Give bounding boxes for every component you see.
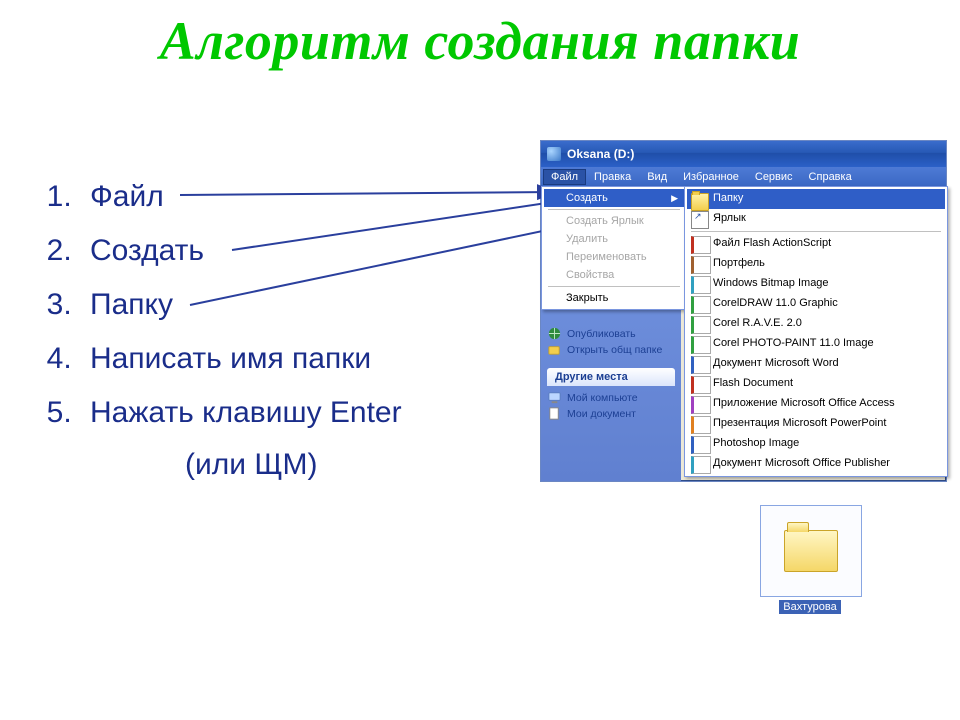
submenu-arrow-icon: ▶ — [671, 193, 678, 204]
place-my-documents-label: Мои документ — [567, 408, 636, 420]
submenu-item-label: Photoshop Image — [713, 437, 799, 449]
submenu-item-label: Приложение Microsoft Office Access — [713, 397, 895, 409]
submenu-photopaint[interactable]: Corel PHOTO-PAINT 11.0 Image — [687, 334, 945, 354]
photopaint-icon — [691, 336, 711, 354]
submenu-item-label: Corel R.A.V.E. 2.0 — [713, 317, 802, 329]
step-3: Папку — [80, 278, 402, 332]
task-share[interactable]: Открыть общ папке — [547, 342, 675, 358]
other-places-header[interactable]: Другие места — [547, 368, 675, 386]
computer-icon — [547, 390, 562, 405]
menu-delete: Удалить — [544, 230, 684, 248]
submenu-item-label: Документ Microsoft Word — [713, 357, 839, 369]
access-icon — [691, 396, 711, 414]
submenu-word[interactable]: Документ Microsoft Word — [687, 354, 945, 374]
task-publish[interactable]: Опубликовать — [547, 326, 675, 342]
menu-create-label: Создать — [566, 192, 608, 204]
submenu-bitmap[interactable]: Windows Bitmap Image — [687, 274, 945, 294]
rave-icon — [691, 316, 711, 334]
photoshop-icon — [691, 436, 711, 454]
submenu-item-label: Corel PHOTO-PAINT 11.0 Image — [713, 337, 874, 349]
menu-create-shortcut: Создать Ярлык — [544, 212, 684, 230]
submenu-item-label: Flash Document — [713, 377, 793, 389]
submenu-rave[interactable]: Corel R.A.V.E. 2.0 — [687, 314, 945, 334]
place-my-computer[interactable]: Мой компьюте — [547, 390, 675, 406]
window-titlebar[interactable]: Oksana (D:) — [541, 141, 946, 167]
menu-tools[interactable]: Сервис — [747, 169, 801, 185]
submenu-item-label: CorelDRAW 11.0 Graphic — [713, 297, 838, 309]
menu-close[interactable]: Закрыть — [544, 289, 684, 307]
flash-doc-icon — [691, 376, 711, 394]
submenu-publisher[interactable]: Документ Microsoft Office Publisher — [687, 454, 945, 474]
submenu-folder[interactable]: Папку — [687, 189, 945, 209]
share-folder-icon — [547, 342, 562, 357]
submenu-item-label: Файл Flash ActionScript — [713, 237, 831, 249]
task-publish-label: Опубликовать — [567, 328, 636, 340]
menu-favorites[interactable]: Избранное — [675, 169, 747, 185]
flash-as-icon — [691, 236, 711, 254]
submenu-coreldraw[interactable]: CorelDRAW 11.0 Graphic — [687, 294, 945, 314]
briefcase-icon — [691, 256, 711, 274]
slide-title: Алгоритм создания папки — [0, 10, 960, 72]
submenu-access[interactable]: Приложение Microsoft Office Access — [687, 394, 945, 414]
task-share-label: Открыть общ папке — [567, 344, 662, 356]
submenu-item-label: Документ Microsoft Office Publisher — [713, 457, 890, 469]
submenu-item-label: Портфель — [713, 257, 765, 269]
globe-icon — [547, 326, 562, 341]
folder-icon — [784, 530, 838, 572]
menu-help[interactable]: Справка — [801, 169, 860, 185]
powerpoint-icon — [691, 416, 711, 434]
submenu-shortcut[interactable]: Ярлык — [687, 209, 945, 229]
submenu-shortcut-label: Ярлык — [713, 212, 746, 224]
menu-rename: Переименовать — [544, 248, 684, 266]
menu-create[interactable]: Создать ▶ — [544, 189, 684, 207]
submenu-folder-label: Папку — [713, 192, 743, 204]
step-5: Нажать клавишу Enter (или ЩМ) — [80, 386, 402, 492]
file-menu-dropdown: Создать ▶ Создать Ярлык Удалить Переимен… — [541, 186, 687, 310]
submenu-item-label: Презентация Microsoft PowerPoint — [713, 417, 886, 429]
menu-properties: Свойства — [544, 266, 684, 284]
menu-file[interactable]: Файл — [543, 169, 586, 185]
step-2: Создать — [80, 224, 402, 278]
submenu-flash-as[interactable]: Файл Flash ActionScript — [687, 234, 945, 254]
step-5-text: Нажать клавишу Enter — [90, 396, 402, 429]
place-my-computer-label: Мой компьюте — [567, 392, 638, 404]
new-folder-preview: Вахтурова — [760, 505, 860, 615]
folder-icon-box — [760, 505, 862, 597]
explorer-window: Oksana (D:) Файл Правка Вид Избранное Се… — [540, 140, 947, 482]
submenu-briefcase[interactable]: Портфель — [687, 254, 945, 274]
window-title-text: Oksana (D:) — [567, 147, 634, 161]
publisher-icon — [691, 456, 711, 474]
shortcut-icon — [691, 211, 709, 229]
coreldraw-icon — [691, 296, 711, 314]
menubar: Файл Правка Вид Избранное Сервис Справка — [541, 167, 946, 186]
new-folder-name[interactable]: Вахтурова — [779, 600, 840, 614]
submenu-item-label: Windows Bitmap Image — [713, 277, 829, 289]
step-1: Файл — [80, 170, 402, 224]
step-4: Написать имя папки — [80, 332, 402, 386]
place-my-documents[interactable]: Мои документ — [547, 406, 675, 422]
steps-list: Файл Создать Папку Написать имя папки На… — [45, 170, 402, 492]
submenu-photoshop[interactable]: Photoshop Image — [687, 434, 945, 454]
documents-icon — [547, 406, 562, 421]
step-5-tail: (или ЩМ) — [185, 438, 402, 492]
submenu-powerpoint[interactable]: Презентация Microsoft PowerPoint — [687, 414, 945, 434]
menu-view[interactable]: Вид — [639, 169, 675, 185]
create-submenu: Папку Ярлык Файл Flash ActionScript Порт… — [684, 186, 948, 477]
word-icon — [691, 356, 711, 374]
bitmap-icon — [691, 276, 711, 294]
disk-icon — [547, 147, 561, 161]
menu-edit[interactable]: Правка — [586, 169, 639, 185]
submenu-flash-doc[interactable]: Flash Document — [687, 374, 945, 394]
